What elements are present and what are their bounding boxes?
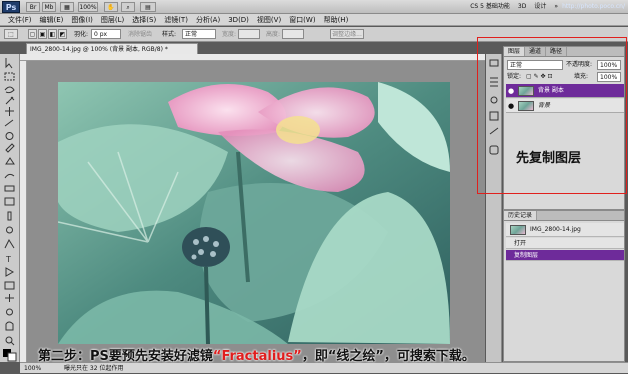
dodge-tool-icon <box>6 226 13 234</box>
width-label: 宽度: <box>222 31 237 38</box>
app-bar: Ps Br Mb ▦ 100% ✋ ⌕ ▤ CS 5 基础功能 3D 设计 » … <box>0 0 628 14</box>
shape-tool-icon <box>4 281 15 290</box>
feather-label: 羽化: <box>74 31 89 38</box>
svg-text:T: T <box>5 255 11 264</box>
eraser-tool-icon <box>4 185 15 192</box>
menu-select[interactable]: 选择(S) <box>128 14 160 25</box>
caption-part1: 第二步：PS要预先安装好滤镜 <box>38 349 213 364</box>
hand-button[interactable]: ✋ <box>104 2 118 12</box>
bridge-button[interactable]: Br <box>26 2 40 12</box>
workspace-3d[interactable]: 3D <box>518 1 526 13</box>
watermark-text: http://photo.poco.cn/ <box>562 3 625 10</box>
document-tab[interactable]: IMG_2800-14.jpg @ 100% (背景 副本, RGB/8) * <box>26 43 198 54</box>
history-item-label: 复制图层 <box>514 252 539 259</box>
annotation-note: 先复制图层 <box>516 151 582 166</box>
zoom-level-button[interactable]: 100% <box>78 2 98 12</box>
history-snapshot[interactable]: IMG_2800-14.jpg <box>506 223 624 237</box>
annotation-highlight-box <box>477 37 627 194</box>
marquee-preset-button[interactable]: ⬚ <box>4 29 18 39</box>
snapshot-thumbnail <box>510 225 526 235</box>
lasso-tool-icon <box>4 86 15 94</box>
arrange-documents-button[interactable]: ▤ <box>140 2 156 12</box>
path-select-tool-icon <box>5 267 15 277</box>
lotus-photo[interactable] <box>58 82 450 344</box>
status-zoom[interactable]: 100% <box>24 363 41 374</box>
hand-tool-icon <box>5 321 14 331</box>
intersect-selection-icon[interactable]: ◩ <box>58 29 67 39</box>
ruler-vertical <box>20 61 27 362</box>
tools-panel: T <box>0 54 20 362</box>
workspace-design[interactable]: 设计 <box>534 1 546 13</box>
gradient-tool-icon <box>4 197 15 206</box>
menu-file[interactable]: 文件(F) <box>4 14 36 25</box>
subtract-selection-icon[interactable]: ◧ <box>48 29 57 39</box>
width-input[interactable] <box>238 29 260 39</box>
menu-layer[interactable]: 图层(L) <box>97 14 128 25</box>
workspace-more[interactable]: » <box>554 1 558 13</box>
menu-edit[interactable]: 编辑(E) <box>36 14 68 25</box>
menu-3d[interactable]: 3D(D) <box>224 14 253 25</box>
quick-select-tool-icon <box>5 96 15 105</box>
history-brush-tool-icon <box>4 173 15 179</box>
move-tool-icon <box>5 58 13 69</box>
3d-rotate-tool-icon <box>5 294 14 302</box>
menu-help[interactable]: 帮助(H) <box>320 14 353 25</box>
blur-tool-icon <box>7 211 12 221</box>
history-panel: 历史记录 IMG_2800-14.jpg 打开 复制图层 <box>503 210 625 362</box>
background-color-swatch <box>7 352 17 362</box>
feather-input[interactable]: 0 px <box>91 29 121 39</box>
crop-tool-icon <box>5 107 14 116</box>
stamp-tool-icon <box>5 157 15 165</box>
new-selection-icon[interactable]: ▢ <box>28 29 37 39</box>
caption-highlight: “Fractalius” <box>212 349 302 364</box>
add-selection-icon[interactable]: ▣ <box>38 29 47 39</box>
style-select[interactable]: 正常 <box>182 29 216 39</box>
workspace-essentials[interactable]: CS 5 基础功能 <box>470 1 510 13</box>
eyedropper-tool-icon <box>4 119 14 127</box>
caption-part2: ，即“线之绘”，可搜索下载。 <box>301 349 475 364</box>
tool-icons[interactable]: T <box>0 54 20 362</box>
style-label: 样式: <box>162 31 177 38</box>
tutorial-caption: 第二步：PS要预先安装好滤镜“Fractalius”，即“线之绘”，可搜索下载。 <box>38 345 475 364</box>
menu-bar: 文件(F) 编辑(E) 图像(I) 图层(L) 选择(S) 滤镜(T) 分析(A… <box>0 14 628 26</box>
3d-camera-tool-icon <box>6 308 13 316</box>
history-item-label: 打开 <box>514 240 527 247</box>
menu-analysis[interactable]: 分析(A) <box>192 14 224 25</box>
menu-window[interactable]: 窗口(W) <box>285 14 319 25</box>
tab-history[interactable]: 历史记录 <box>504 211 538 220</box>
refine-edge-button[interactable]: 调整边缘... <box>330 29 364 39</box>
height-input[interactable] <box>282 29 304 39</box>
height-label: 高度: <box>266 31 281 38</box>
view-extras-button[interactable]: ▦ <box>60 2 74 12</box>
snapshot-name: IMG_2800-14.jpg <box>530 226 581 233</box>
ruler-horizontal <box>20 54 485 61</box>
healing-tool-icon <box>5 132 14 140</box>
minibridge-button[interactable]: Mb <box>42 2 56 12</box>
status-info: 曝光只在 32 位起作用 <box>64 365 124 372</box>
menu-filter[interactable]: 滤镜(T) <box>160 14 192 25</box>
menu-view[interactable]: 视图(V) <box>253 14 285 25</box>
zoom-button[interactable]: ⌕ <box>121 2 135 12</box>
antialias-checkbox[interactable]: 消除锯齿 <box>128 29 152 40</box>
marquee-tool-icon <box>4 72 15 81</box>
history-item-duplicate-layer[interactable]: 复制图层 <box>506 250 624 261</box>
history-panel-tabs: 历史记录 <box>504 211 624 221</box>
history-item-open[interactable]: 打开 <box>506 238 624 249</box>
pen-tool-icon <box>4 238 15 249</box>
menu-image[interactable]: 图像(I) <box>67 14 97 25</box>
photoshop-logo: Ps <box>2 1 20 13</box>
brush-tool-icon <box>5 143 15 153</box>
